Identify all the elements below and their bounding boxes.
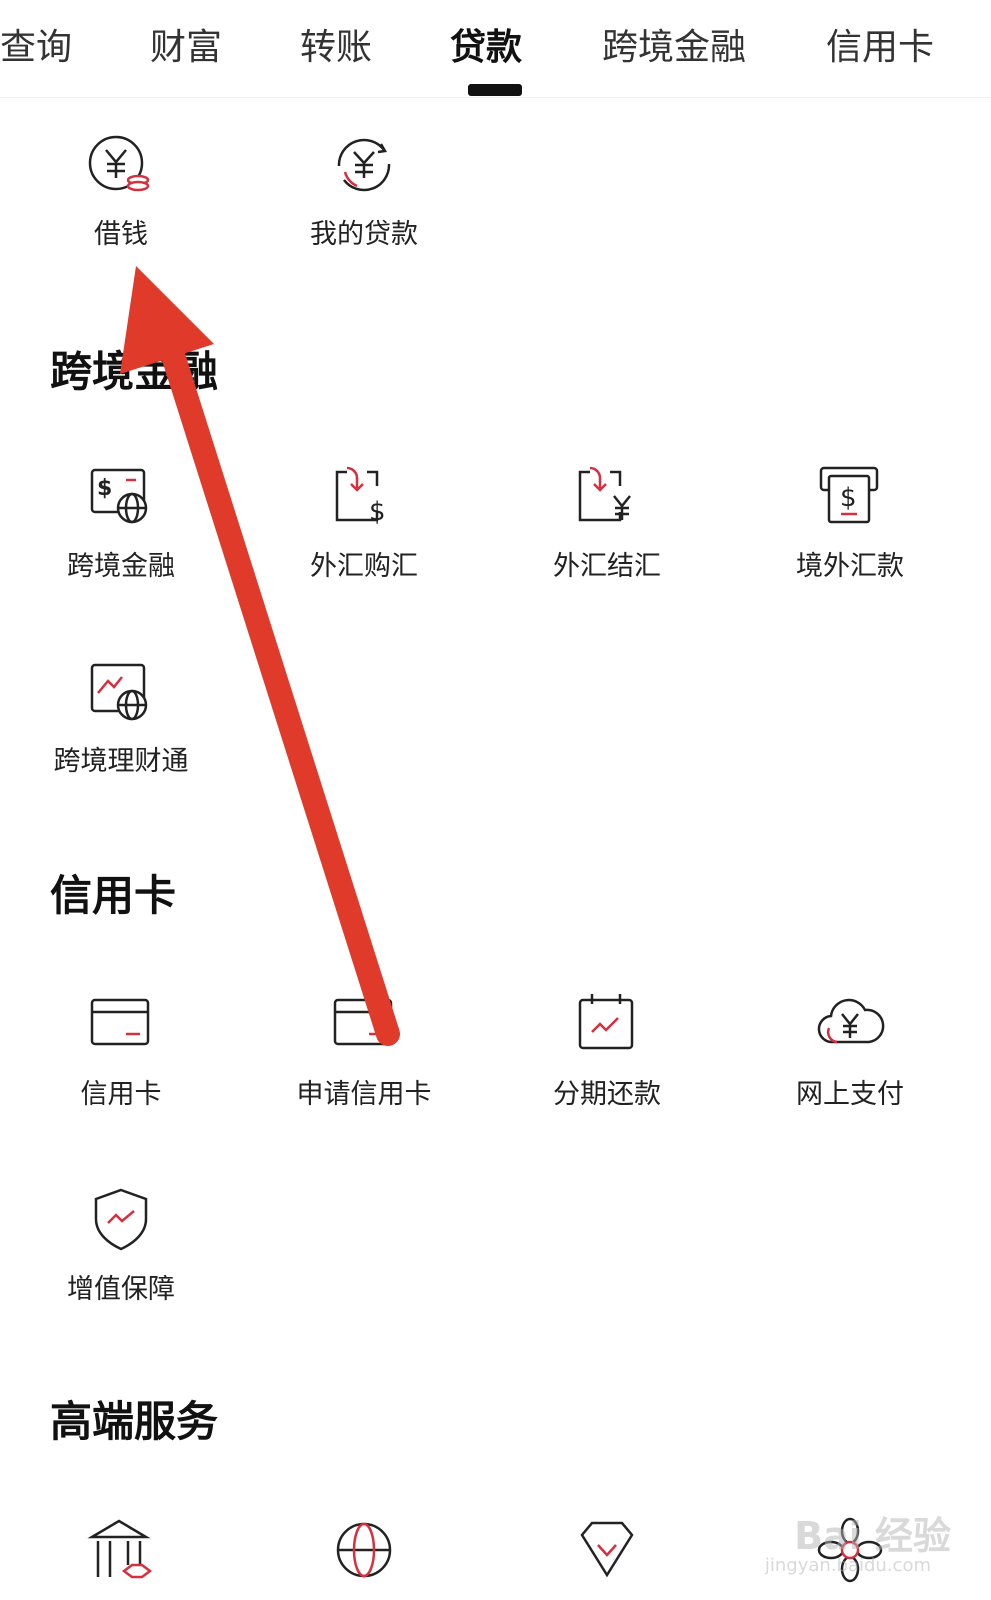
top-tab-bar: 查询 财富 转账 贷款 跨境金融 信用卡 <box>0 0 991 98</box>
tab-wealth[interactable]: 财富 <box>150 18 222 70</box>
tile-label: 网上支付 <box>796 1079 904 1110</box>
svg-text:$: $ <box>369 497 386 527</box>
diamond-icon <box>580 1521 634 1578</box>
tab-query[interactable]: 查询 <box>0 18 72 70</box>
shield-chart-icon <box>94 1188 148 1251</box>
watermark-logo: Bai 经验 <box>794 1514 951 1558</box>
tile-premium-1[interactable] <box>21 1515 221 1585</box>
tile-online-payment[interactable]: 网上支付 <box>750 990 950 1140</box>
section-title-cross-border: 跨境金融 <box>50 347 219 396</box>
tile-cross-border-finance[interactable]: $ 跨境金融 <box>21 462 221 612</box>
dollar-exchange-icon: $ <box>335 466 386 527</box>
tile-premium-2[interactable] <box>264 1515 464 1585</box>
tile-my-loans[interactable]: 我的贷款 <box>264 130 464 280</box>
tile-premium-3[interactable] <box>507 1515 707 1585</box>
tile-credit-card[interactable]: 信用卡 <box>21 990 221 1140</box>
tile-label: 跨境理财通 <box>53 746 189 777</box>
wealth-globe-icon <box>90 663 148 721</box>
active-tab-indicator <box>468 84 522 96</box>
tile-installment-repayment[interactable]: 分期还款 <box>507 990 707 1140</box>
svg-text:$: $ <box>840 483 857 513</box>
tile-label: 借钱 <box>94 219 148 250</box>
tab-credit-card[interactable]: 信用卡 <box>826 18 934 70</box>
tab-loan[interactable]: 贷款 <box>450 18 522 70</box>
tile-label: 外汇购汇 <box>310 551 418 582</box>
tile-borrow[interactable]: 借钱 <box>21 130 221 280</box>
tile-fx-purchase[interactable]: $ 外汇购汇 <box>264 462 464 612</box>
tile-value-added-protection[interactable]: 增值保障 <box>21 1185 221 1335</box>
tile-cross-border-wealth[interactable]: 跨境理财通 <box>21 657 221 807</box>
calendar-chart-icon <box>578 994 634 1050</box>
tile-label: 我的贷款 <box>310 219 418 250</box>
yen-exchange-icon <box>578 466 631 522</box>
tile-label: 境外汇款 <box>796 551 904 582</box>
yen-coin-icon <box>88 135 150 192</box>
overseas-remit-icon: $ <box>819 466 879 524</box>
tile-apply-credit-card[interactable]: 申请信用卡 <box>264 990 464 1140</box>
yen-refresh-icon <box>337 138 391 192</box>
tile-label: 外汇结汇 <box>553 551 661 582</box>
card-icon <box>90 998 150 1046</box>
tile-overseas-remittance[interactable]: $ 境外汇款 <box>750 462 950 612</box>
bank-building-icon <box>87 1519 153 1579</box>
tile-label: 跨境金融 <box>67 551 175 582</box>
tile-label: 申请信用卡 <box>296 1079 432 1110</box>
tile-fx-settlement[interactable]: 外汇结汇 <box>507 462 707 612</box>
svg-text:$: $ <box>97 476 112 501</box>
section-title-credit-card: 信用卡 <box>50 871 177 920</box>
tile-label: 信用卡 <box>80 1079 162 1110</box>
tab-cross-border[interactable]: 跨境金融 <box>602 18 746 70</box>
tab-transfer[interactable]: 转账 <box>300 18 372 70</box>
section-title-premium: 高端服务 <box>50 1397 219 1446</box>
tile-label: 增值保障 <box>67 1274 175 1305</box>
globe-icon <box>336 1522 392 1578</box>
tile-label: 分期还款 <box>553 1079 661 1110</box>
watermark-url: jingyan.baidu.com <box>764 1555 931 1576</box>
cloud-yen-icon <box>817 998 885 1044</box>
dollar-globe-icon: $ <box>90 468 148 524</box>
card-apply-icon <box>333 998 393 1046</box>
